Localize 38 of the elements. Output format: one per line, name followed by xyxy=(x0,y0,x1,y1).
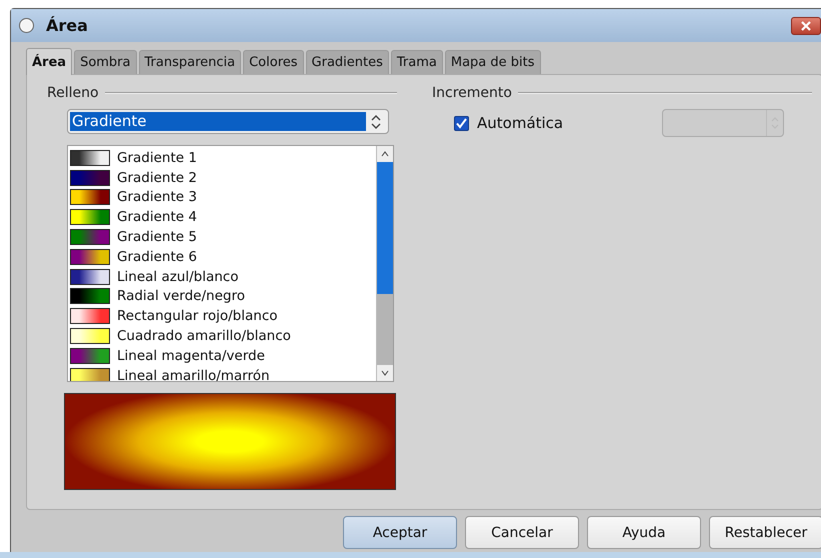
dialog-button[interactable]: Cancelar xyxy=(465,516,579,549)
increment-field[interactable] xyxy=(662,109,784,137)
list-item[interactable]: Gradiente 3 xyxy=(117,189,197,206)
checkbox[interactable] xyxy=(454,116,469,130)
window-title: Área xyxy=(46,16,89,35)
list-item[interactable]: Gradiente 2 xyxy=(117,170,197,186)
tab[interactable]: Gradientes xyxy=(306,50,389,74)
scroll-thumb[interactable] xyxy=(377,162,393,294)
arrow-up-icon xyxy=(381,151,389,157)
list-item[interactable]: Lineal azul/blanco xyxy=(117,268,238,285)
spinner-icon xyxy=(369,112,383,130)
tab[interactable]: Sombra xyxy=(74,50,136,74)
list-item[interactable]: Lineal magenta/verde xyxy=(117,348,265,364)
list-item[interactable]: Gradiente 4 xyxy=(117,209,197,226)
list-item[interactable]: Rectangular rojo/blanco xyxy=(117,308,278,324)
tab[interactable]: Colores xyxy=(243,50,304,74)
checkbox-label[interactable]: Automática xyxy=(477,114,564,132)
list-item[interactable]: Gradiente 5 xyxy=(117,229,197,246)
tab[interactable]: Transparencia xyxy=(138,50,242,74)
section-heading: Incremento xyxy=(432,85,512,101)
app-icon xyxy=(19,18,34,33)
fill-type-select[interactable]: Gradiente xyxy=(67,109,389,134)
list-item[interactable]: Lineal amarillo/marrón xyxy=(117,368,270,381)
list-item[interactable]: Cuadrado amarillo/blanco xyxy=(117,328,291,344)
list-item[interactable]: Gradiente 6 xyxy=(117,248,197,265)
list-item[interactable]: Radial verde/negro xyxy=(117,288,245,304)
dialog-button[interactable]: Ayuda xyxy=(587,516,701,549)
tab[interactable]: Área xyxy=(26,48,72,75)
dialog-button[interactable]: Restablecer xyxy=(709,516,821,549)
tab[interactable]: Mapa de bits xyxy=(444,50,541,74)
list-item[interactable]: Gradiente 1 xyxy=(117,150,197,166)
tab[interactable]: Trama xyxy=(390,50,443,74)
close-button[interactable] xyxy=(791,16,821,34)
scrollbar[interactable] xyxy=(376,146,393,381)
close-icon xyxy=(800,20,812,30)
section-heading: Relleno xyxy=(47,85,99,101)
arrow-down-icon xyxy=(381,370,389,376)
dialog-button[interactable]: Aceptar xyxy=(343,516,457,549)
